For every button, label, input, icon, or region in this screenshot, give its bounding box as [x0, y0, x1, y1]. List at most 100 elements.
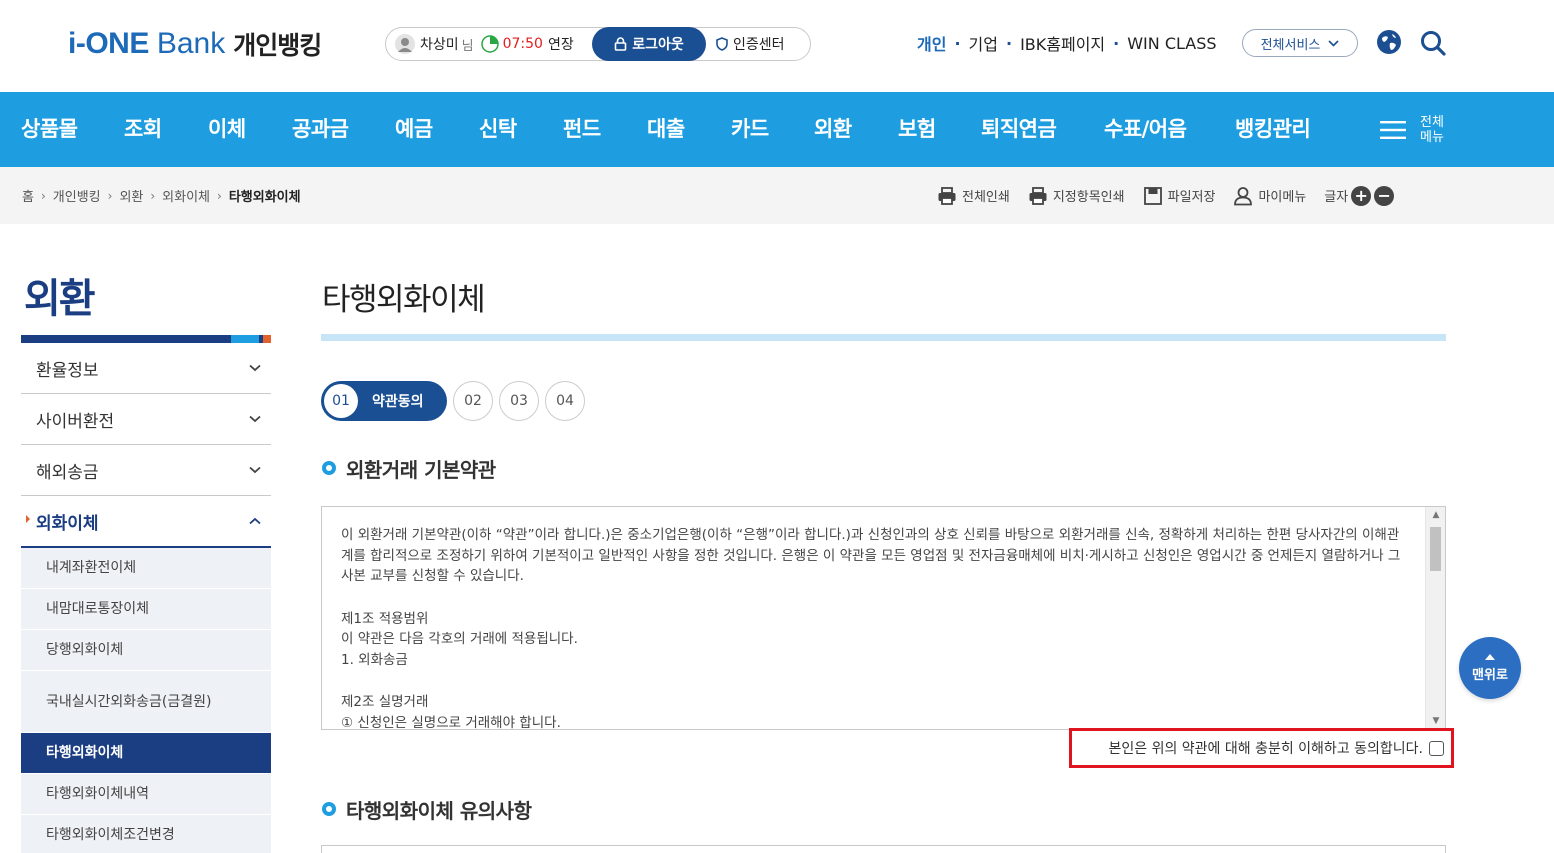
- bank-logo[interactable]: i-ONE Bank 개인뱅킹: [68, 24, 322, 64]
- gnb-item-trust[interactable]: 신탁: [479, 92, 517, 167]
- page-title: 타행외화이체: [322, 282, 486, 318]
- all-menu-button[interactable]: 전체 메뉴: [1380, 114, 1448, 146]
- lnb-item-label: 사이버환전: [36, 411, 115, 432]
- topnav-win-class[interactable]: WIN CLASS: [1127, 34, 1216, 53]
- breadcrumb-forex[interactable]: 외환: [119, 186, 143, 205]
- gnb-item-pension[interactable]: 퇴직연금: [981, 92, 1057, 167]
- logout-button[interactable]: 로그아웃: [592, 27, 706, 61]
- breadcrumb-arrow-icon: ›: [40, 188, 46, 203]
- extend-button[interactable]: 연장: [548, 34, 574, 54]
- print-selected-label: 지정항목인쇄: [1052, 190, 1125, 205]
- lnb-sub-other-bank-history[interactable]: 타행외화이체내역: [21, 774, 271, 815]
- logo-bank-text: Bank: [156, 27, 226, 60]
- lnb-sub-other-bank[interactable]: 타행외화이체: [21, 733, 271, 774]
- lnb-sub-other-bank-change[interactable]: 타행외화이체조건변경: [21, 815, 271, 853]
- cert-center-link[interactable]: 인증센터: [716, 28, 785, 60]
- breadcrumb-personal[interactable]: 개인뱅킹: [53, 186, 101, 205]
- scroll-to-top-button[interactable]: 맨위로: [1459, 637, 1521, 699]
- scroll-up-icon[interactable]: ▲: [1426, 507, 1445, 523]
- save-file-button[interactable]: 파일저장: [1143, 186, 1215, 206]
- my-menu-label: 마이메뉴: [1258, 190, 1307, 205]
- logout-label: 로그아웃: [632, 37, 684, 53]
- section-title-text: 타행외화이체 유의사항: [346, 798, 532, 823]
- top-nav: 개인 · 기업 · IBK홈페이지 · WIN CLASS: [917, 30, 1217, 56]
- font-increase-icon[interactable]: +: [1351, 185, 1372, 206]
- lnb-sub-own-account[interactable]: 내계좌환전이체: [21, 548, 271, 589]
- agree-label[interactable]: 본인은 위의 약관에 대해 충분히 이해하고 동의합니다.: [1108, 738, 1423, 758]
- gnb-item-transfer[interactable]: 이체: [208, 92, 246, 167]
- arrow-up-icon: [1485, 653, 1495, 660]
- gnb-item-deposit[interactable]: 예금: [395, 92, 433, 167]
- terms-scrollbar[interactable]: ▲ ▼: [1425, 507, 1445, 729]
- lnb-submenu: 내계좌환전이체 내맘대로통장이체 당행외화이체 국내실시간외화송금(금결원) 타…: [21, 548, 271, 853]
- breadcrumb-home[interactable]: 홈: [22, 186, 34, 205]
- lnb-item-overseas-remit[interactable]: 해외송금: [21, 445, 271, 496]
- step-1-active: 01 약관동의: [321, 381, 447, 421]
- gnb-item-fund[interactable]: 펀드: [563, 92, 601, 167]
- topnav-corporate[interactable]: 기업: [969, 31, 998, 55]
- gnb-item-forex[interactable]: 외환: [814, 92, 852, 167]
- topnav-personal[interactable]: 개인: [917, 31, 946, 55]
- terms-scroll-box[interactable]: 이 외환거래 기본약관(이하 “약관”이라 합니다.)은 중소기업은행(이하 “…: [321, 506, 1446, 730]
- user-icon: [395, 34, 415, 54]
- gnb-item-banking-mgmt[interactable]: 뱅킹관리: [1235, 92, 1311, 167]
- print-all-button[interactable]: 전체인쇄: [937, 186, 1010, 206]
- scroll-thumb[interactable]: [1430, 527, 1441, 571]
- agree-checkbox[interactable]: [1429, 740, 1444, 756]
- search-icon[interactable]: [1419, 29, 1447, 57]
- circle-bullet-icon: [322, 802, 336, 816]
- header: i-ONE Bank 개인뱅킹 차상미 님 07:50 연장 로그아웃 인증센터…: [0, 0, 1554, 92]
- breadcrumb-fx-transfer[interactable]: 외화이체: [162, 186, 210, 205]
- print-selected-button[interactable]: 지정항목인쇄: [1028, 186, 1125, 206]
- lnb-item-label: 외화이체: [26, 509, 99, 534]
- agree-highlight-box: 본인은 위의 약관에 대해 충분히 이해하고 동의합니다.: [1069, 728, 1454, 768]
- breadcrumb-arrow-icon: ›: [150, 188, 156, 203]
- topnav-ibk-home[interactable]: IBK홈페이지: [1020, 31, 1105, 55]
- terms-paragraph: 이 약관은 다음 각호의 거래에 적용됩니다.: [341, 631, 578, 647]
- terms-paragraph: 이 외환거래 기본약관(이하 “약관”이라 합니다.)은 중소기업은행(이하 “…: [341, 527, 1401, 584]
- gnb-item-check[interactable]: 수표/어음: [1104, 92, 1187, 167]
- lnb-sub-same-bank[interactable]: 당행외화이체: [21, 630, 271, 671]
- section-title-notice: 타행외화이체 유의사항: [322, 795, 532, 823]
- section-title-terms: 외환거래 기본약관: [322, 454, 496, 482]
- step-4: 04: [545, 381, 585, 421]
- breadcrumb-bar: 홈 › 개인뱅킹 › 외환 › 외화이체 › 타행외화이체 전체인쇄 지정항목인…: [0, 167, 1554, 224]
- globe-icon[interactable]: [1376, 29, 1402, 55]
- lnb-item-cyber-exchange[interactable]: 사이버환전: [21, 394, 271, 445]
- main-nav: 상품몰 조회 이체 공과금 예금 신탁 펀드 대출 카드 외환 보험 퇴직연금 …: [0, 92, 1554, 167]
- scroll-down-icon[interactable]: ▼: [1426, 713, 1445, 729]
- terms-article-title: 제2조 실명거래: [341, 694, 429, 710]
- logo-ione-text: i-ONE: [68, 27, 149, 60]
- step-label: 약관동의: [372, 394, 424, 410]
- gnb-item-card[interactable]: 카드: [731, 92, 769, 167]
- circle-bullet-icon: [322, 461, 336, 475]
- chevron-down-icon: [249, 466, 261, 474]
- logo-sub-text: 개인뱅킹: [233, 31, 322, 60]
- my-menu-button[interactable]: 마이메뉴: [1233, 186, 1306, 206]
- gnb-item-shop[interactable]: 상품몰: [21, 92, 78, 167]
- lnb-item-fx-transfer[interactable]: 외화이체: [21, 496, 271, 548]
- gnb-item-loan[interactable]: 대출: [647, 92, 685, 167]
- lnb-sub-realtime-domestic[interactable]: 국내실시간외화송금(금결원): [21, 671, 271, 733]
- all-menu-label: 전체 메뉴: [1420, 115, 1444, 145]
- breadcrumb-current: 타행외화이체: [228, 190, 301, 205]
- user-suffix: 님: [461, 38, 474, 54]
- terms-article-title: 제1조 적용범위: [341, 610, 429, 627]
- step-number: 01: [324, 384, 358, 418]
- chevron-down-icon: [1328, 39, 1339, 47]
- gnb-item-insurance[interactable]: 보험: [898, 92, 936, 167]
- lnb-item-exchange-rate[interactable]: 환율정보: [21, 343, 271, 394]
- lnb-sub-free-account[interactable]: 내맘대로통장이체: [21, 589, 271, 630]
- all-services-dropdown[interactable]: 전체서비스: [1242, 29, 1358, 57]
- gnb-item-inquiry[interactable]: 조회: [124, 92, 162, 167]
- gnb-item-utility[interactable]: 공과금: [292, 92, 349, 167]
- lnb-item-label: 환율정보: [36, 360, 99, 381]
- font-decrease-icon[interactable]: −: [1374, 185, 1395, 206]
- timer-icon: [480, 35, 499, 53]
- breadcrumb-arrow-icon: ›: [217, 188, 222, 203]
- session-bar: 차상미 님 07:50 연장 로그아웃 인증센터: [385, 27, 811, 61]
- hamburger-icon: [1380, 121, 1406, 139]
- breadcrumb-arrow-icon: ›: [107, 188, 113, 203]
- printer-icon: [938, 186, 956, 205]
- terms-content: 이 외환거래 기본약관(이하 “약관”이라 합니다.)은 중소기업은행(이하 “…: [341, 525, 1403, 729]
